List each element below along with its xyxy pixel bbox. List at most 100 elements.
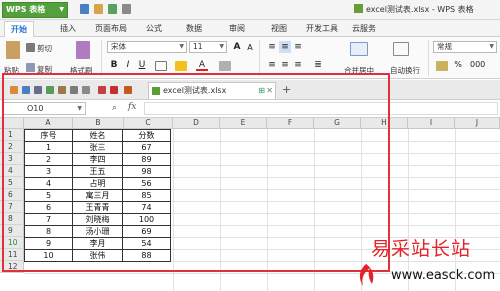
thousands-icon[interactable]: 000 [470, 59, 485, 71]
bold-icon[interactable]: B [108, 59, 120, 71]
wps-app-menu-button[interactable]: WPS 表格 ▼ [2, 2, 68, 18]
align-center-icon[interactable]: ≡ [279, 59, 291, 71]
redo-icon[interactable] [82, 86, 90, 94]
column-header-f[interactable]: F [267, 118, 314, 129]
wps-icon[interactable] [110, 86, 118, 94]
cell-index[interactable]: 1 [24, 141, 73, 154]
cut-button[interactable]: 剪切 [37, 43, 52, 54]
column-header-h[interactable]: H [361, 118, 408, 129]
spellcheck-icon[interactable] [98, 86, 106, 94]
align-right-icon[interactable]: ≡ [292, 59, 304, 71]
merge-center-button[interactable]: 合并居中 [344, 65, 374, 76]
save-icon[interactable] [80, 4, 89, 14]
open-icon[interactable] [94, 4, 103, 14]
cell-name[interactable]: 张伟 [72, 249, 123, 262]
tab-review[interactable]: 审阅 [229, 23, 245, 34]
italic-icon[interactable]: I [122, 59, 134, 71]
print-icon[interactable] [34, 86, 42, 94]
cell-score[interactable]: 69 [122, 225, 171, 238]
format-painter-icon[interactable] [58, 86, 66, 94]
column-header-g[interactable]: G [314, 118, 361, 129]
print-preview-icon[interactable] [46, 86, 54, 94]
document-title-tab[interactable]: excel测试表.xlsx - WPS 表格 [354, 4, 474, 15]
cell-score[interactable]: 67 [122, 141, 171, 154]
row-header-6[interactable]: 6 [0, 189, 24, 201]
row-header-4[interactable]: 4 [0, 165, 24, 177]
row-header-11[interactable]: 11 [0, 249, 24, 261]
close-icon[interactable]: ✕ [266, 83, 273, 98]
row-header-1[interactable]: 1 [0, 129, 24, 141]
underline-icon[interactable]: U [136, 59, 148, 71]
column-header-a[interactable]: A [24, 118, 73, 129]
cell-name[interactable]: 张三 [72, 141, 123, 154]
row-header-10[interactable]: 10 [0, 237, 24, 249]
row-header-9[interactable]: 9 [0, 225, 24, 237]
cell-name[interactable]: 王青青 [72, 201, 123, 214]
insert-function-button[interactable]: fx [128, 102, 136, 112]
select-all-corner[interactable] [0, 118, 24, 129]
merge-center-icon[interactable] [350, 42, 368, 56]
cell-score[interactable]: 85 [122, 189, 171, 202]
tab-data[interactable]: 数据 [186, 23, 202, 34]
fill-color-icon[interactable] [175, 61, 187, 71]
row-header-2[interactable]: 2 [0, 141, 24, 153]
cell-index[interactable]: 8 [24, 225, 73, 238]
cell-index[interactable]: 6 [24, 201, 73, 214]
cell-name[interactable]: 占明 [72, 177, 123, 190]
cell-name[interactable]: 汤小珊 [72, 225, 123, 238]
tab-home[interactable]: 开始 [4, 21, 34, 37]
cell-score[interactable]: 88 [122, 249, 171, 262]
paste-icon[interactable] [6, 41, 20, 59]
undo-icon[interactable] [70, 86, 78, 94]
currency-icon[interactable] [436, 61, 448, 71]
cell-name[interactable]: 李月 [72, 237, 123, 250]
cell-index[interactable]: 4 [24, 177, 73, 190]
tab-view[interactable]: 视图 [271, 23, 287, 34]
cell-score[interactable]: 98 [122, 165, 171, 178]
font-color-icon[interactable]: A [196, 59, 208, 71]
column-header-e[interactable]: E [220, 118, 267, 129]
font-size-select[interactable]: 11 ▼ [189, 41, 227, 53]
open-folder-icon[interactable] [10, 86, 18, 94]
row-header-12[interactable]: 12 [0, 261, 24, 273]
cell-index[interactable]: 3 [24, 165, 73, 178]
pin-icon[interactable]: ⊞ [258, 83, 265, 98]
name-box[interactable]: O10 ▼ [2, 102, 86, 115]
copy-button[interactable]: 复制 [37, 64, 52, 75]
pdf-icon[interactable] [124, 86, 132, 94]
cell-index[interactable]: 7 [24, 213, 73, 226]
column-header-i[interactable]: I [408, 118, 455, 129]
cell-score[interactable]: 100 [122, 213, 171, 226]
header-cell-index[interactable]: 序号 [24, 129, 73, 142]
column-header-b[interactable]: B [73, 118, 124, 129]
align-top-icon[interactable]: ≡ [266, 41, 278, 53]
format-painter-icon[interactable] [76, 41, 90, 59]
align-left-icon[interactable]: ≡ [266, 59, 278, 71]
tab-insert[interactable]: 插入 [60, 23, 76, 34]
format-painter-button[interactable]: 格式刷 [70, 65, 93, 76]
number-format-select[interactable]: 常规 ▼ [433, 41, 497, 53]
auto-wrap-button[interactable]: 自动换行 [390, 65, 420, 76]
increase-font-icon[interactable]: A [231, 41, 243, 53]
distributed-align-icon[interactable]: ≣ [312, 59, 324, 71]
paste-button[interactable]: 粘贴 [4, 65, 19, 76]
percent-icon[interactable]: % [452, 59, 464, 71]
cell-score[interactable]: 89 [122, 153, 171, 166]
row-header-3[interactable]: 3 [0, 153, 24, 165]
cell-name[interactable]: 王五 [72, 165, 123, 178]
new-tab-button[interactable]: + [282, 83, 291, 96]
save-icon[interactable] [22, 86, 30, 94]
cell-score[interactable]: 56 [122, 177, 171, 190]
cell-index[interactable]: 9 [24, 237, 73, 250]
zoom-icon[interactable]: ⌕ [112, 103, 117, 113]
wrap-text-icon[interactable] [393, 42, 409, 56]
tab-cloud[interactable]: 云服务 [352, 23, 376, 34]
row-header-7[interactable]: 7 [0, 201, 24, 213]
clear-format-icon[interactable] [219, 61, 231, 71]
border-icon[interactable] [155, 61, 167, 71]
print-icon[interactable] [108, 4, 117, 14]
column-header-c[interactable]: C [124, 118, 173, 129]
scissors-icon[interactable] [26, 43, 35, 52]
file-tab[interactable]: excel测试表.xlsx ⊞ ✕ [148, 82, 276, 99]
font-name-select[interactable]: 宋体 ▼ [107, 41, 187, 53]
